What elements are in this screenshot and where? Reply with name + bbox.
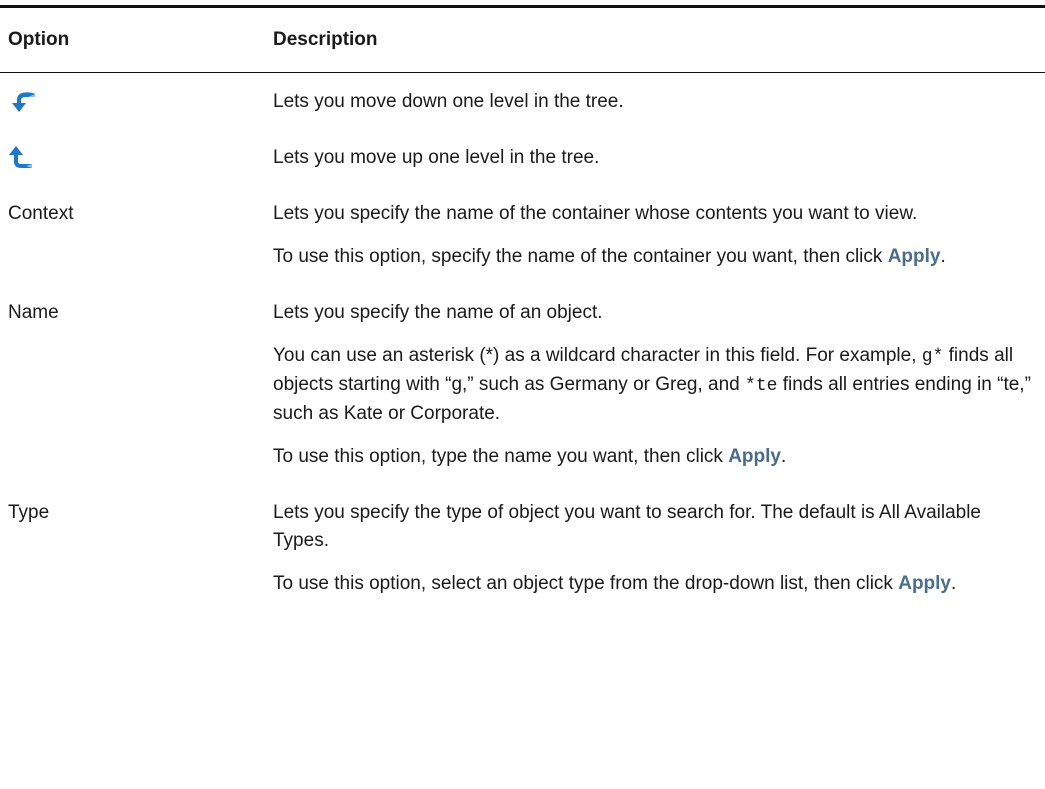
table-header-row: Option Description [0,8,1045,73]
description-cell: Lets you move up one level in the tree. [273,129,1045,185]
instruction-text-after: . [951,573,957,594]
wildcard-text: You can use an asterisk (*) as a wildcar… [273,342,1037,428]
option-cell [0,129,273,179]
arrow-up-level-icon [8,144,38,170]
options-table: Option Description Lets you move down on… [0,5,1045,611]
instruction-text: To use this option, select an object typ… [273,570,1037,598]
instruction-text-after: . [940,246,946,267]
option-cell: Type [0,484,273,527]
option-cell: Context [0,185,273,228]
description-cell: Lets you specify the name of the contain… [273,185,1045,284]
apply-label: Apply [887,246,941,267]
option-label-type: Type [8,502,50,523]
description-cell: Lets you specify the type of object you … [273,484,1045,611]
table-row: Context Lets you specify the name of the… [0,185,1045,284]
description-text: Lets you move up one level in the tree. [273,147,600,168]
table-row: Lets you move up one level in the tree. [0,129,1045,185]
header-option: Option [8,29,70,50]
instruction-text: To use this option, type the name you wa… [273,443,1037,471]
option-label-context: Context [8,203,74,224]
option-cell [0,73,273,123]
apply-label: Apply [898,573,951,594]
header-description: Description [273,29,378,50]
table-row: Type Lets you specify the type of object… [0,484,1045,611]
option-label-name: Name [8,302,59,323]
description-cell: Lets you move down one level in the tree… [273,73,1045,129]
description-text: Lets you specify the type of object you … [273,502,982,551]
code-star-te: *te [745,376,778,396]
instruction-text-before: To use this option, specify the name of … [273,246,888,267]
instruction-text-before: To use this option, select an object typ… [273,573,899,594]
arrow-down-level-icon [8,88,38,114]
description-cell: Lets you specify the name of an object. … [273,284,1045,484]
description-text: Lets you specify the name of the contain… [273,203,918,224]
description-text: Lets you specify the name of an object. [273,302,603,323]
code-g-star: g* [921,347,944,367]
option-cell: Name [0,284,273,327]
apply-label: Apply [728,446,781,467]
table-row: Lets you move down one level in the tree… [0,73,1045,129]
description-text: Lets you move down one level in the tree… [273,91,624,112]
table-row: Name Lets you specify the name of an obj… [0,284,1045,484]
instruction-text: To use this option, specify the name of … [273,243,1037,271]
instruction-text-after: . [780,446,787,467]
instruction-text-before: To use this option, type the name you wa… [273,446,729,467]
wildcard-text-1: You can use an asterisk (*) as a wildcar… [273,345,922,366]
